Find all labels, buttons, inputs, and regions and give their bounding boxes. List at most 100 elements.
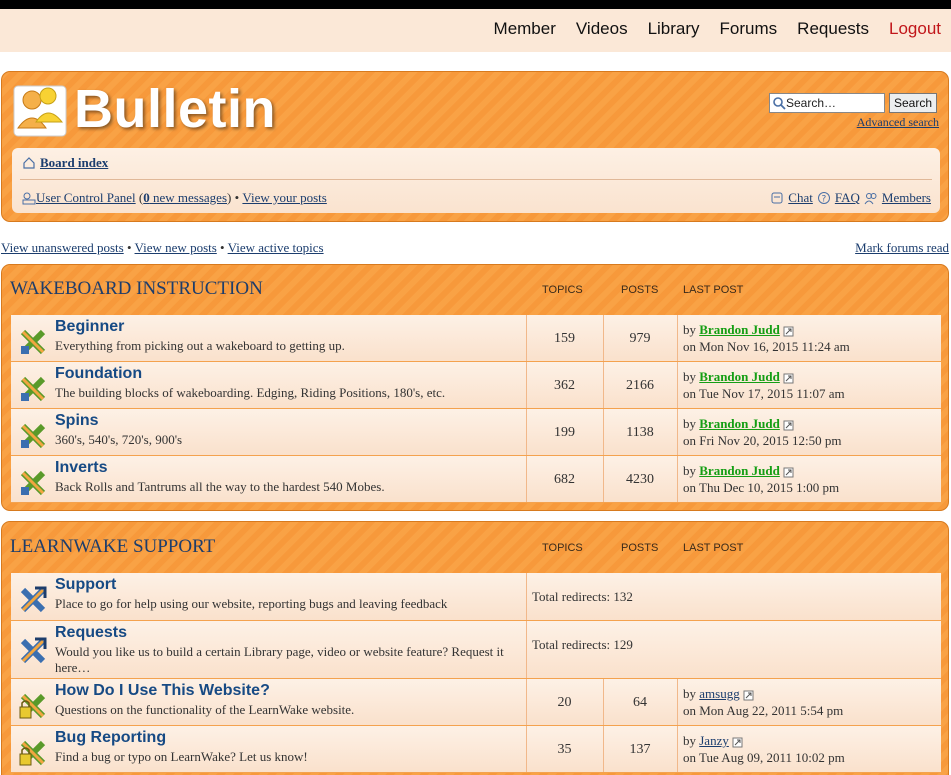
total-redirects: Total redirects: 132 [532, 589, 633, 604]
nav-forums[interactable]: Forums [720, 19, 778, 39]
home-icon [23, 157, 35, 169]
forum-description: Questions on the functionality of the Le… [55, 702, 355, 717]
chat-icon [771, 192, 783, 204]
nav-member[interactable]: Member [494, 19, 556, 39]
forum-title[interactable]: Beginner [55, 318, 124, 336]
posts-count: 64 [633, 695, 647, 710]
top-nav: Member Videos Library Forums Requests Lo… [494, 19, 941, 39]
topics-count: 35 [557, 742, 572, 757]
forum-row: Foundation The building blocks of wakebo… [11, 362, 941, 409]
search-input[interactable] [786, 96, 882, 110]
search-button[interactable]: Search [889, 93, 937, 113]
forum-description: Everything from picking out a wakeboard … [55, 338, 345, 353]
forum-title[interactable]: Inverts [55, 459, 107, 477]
topics-count: 362 [554, 378, 575, 393]
last-post-user-link[interactable]: Brandon Judd [699, 416, 780, 431]
forum-row: Beginner Everything from picking out a w… [11, 315, 941, 362]
chat-link[interactable]: Chat [788, 190, 813, 206]
last-post-user-link[interactable]: Brandon Judd [699, 322, 780, 337]
topics-count: 199 [554, 425, 575, 440]
posts-count: 1138 [626, 425, 654, 440]
messages-link[interactable]: 0 new messages [143, 190, 227, 206]
active-topics-link[interactable]: View active topics [228, 240, 324, 255]
last-post-date: on Fri Nov 20, 2015 12:50 pm [683, 433, 842, 448]
forum-title[interactable]: Spins [55, 412, 99, 430]
forum-link-icon [20, 586, 47, 613]
forum-locked-icon [19, 693, 46, 719]
faq-link[interactable]: FAQ [835, 190, 860, 206]
top-nav-bar: Member Videos Library Forums Requests Lo… [0, 0, 951, 52]
breadcrumb: Board index [22, 155, 108, 171]
last-post-date: on Thu Dec 10, 2015 1:00 pm [683, 480, 840, 495]
last-post-author: by Brandon Judd [683, 416, 794, 432]
forum-read-icon [20, 470, 46, 496]
nav-logout[interactable]: Logout [889, 19, 941, 39]
forum-description: Would you like us to build a certain Lib… [55, 644, 504, 675]
forum-description: Find a bug or typo on LearnWake? Let us … [55, 749, 308, 764]
forum-description: Back Rolls and Tantrums all the way to t… [55, 479, 385, 494]
advanced-search-link[interactable]: Advanced search [857, 115, 939, 130]
mark-forums-read-link[interactable]: Mark forums read [855, 240, 949, 256]
last-post-author: by amsugg [683, 686, 754, 702]
last-post-user-link[interactable]: Brandon Judd [699, 463, 780, 478]
posts-count: 979 [629, 331, 651, 346]
category-title[interactable]: WAKEBOARD INSTRUCTION [10, 278, 263, 300]
forum-read-icon [20, 423, 46, 449]
view-latest-post-icon[interactable] [732, 737, 743, 748]
messages-suffix: new messages [153, 190, 228, 205]
forum-read-icon [20, 376, 46, 402]
view-latest-post-icon[interactable] [783, 420, 794, 431]
last-post-date: on Tue Aug 09, 2011 10:02 pm [683, 750, 845, 765]
forum-row: Bug Reporting Find a bug or typo on Lear… [11, 726, 941, 773]
nav-videos[interactable]: Videos [576, 19, 628, 39]
forum-link-icon [20, 637, 47, 664]
forum-title[interactable]: Bug Reporting [55, 729, 166, 747]
forum-row: How Do I Use This Website? Questions on … [11, 679, 941, 726]
forum-title[interactable]: How Do I Use This Website? [55, 682, 270, 700]
last-post-user-link[interactable]: Brandon Judd [699, 369, 780, 384]
board-navbar: Board index User Control Panel (0 new me… [12, 148, 940, 213]
forum-description: Place to go for help using our website, … [55, 596, 448, 611]
view-latest-post-icon[interactable] [743, 690, 754, 701]
last-post-user-link[interactable]: amsugg [699, 686, 739, 701]
forum-title[interactable]: Requests [55, 624, 127, 642]
forum-description: 360's, 540's, 720's, 900's [55, 432, 183, 447]
forum-row: Support Place to go for help using our w… [11, 573, 941, 621]
col-lastpost-header: LAST POST [683, 284, 744, 296]
view-your-posts-link[interactable]: View your posts [242, 190, 326, 206]
forum-title[interactable]: Support [55, 576, 116, 594]
forum-category: LEARNWAKE SUPPORT TOPICS POSTS LAST POST… [1, 521, 949, 775]
view-latest-post-icon[interactable] [783, 467, 794, 478]
forum-list: Support Place to go for help using our w… [11, 573, 941, 773]
last-post-date: on Mon Aug 22, 2011 5:54 pm [683, 703, 844, 718]
last-post-author: by Janzy [683, 733, 743, 749]
topics-count: 159 [554, 331, 575, 346]
nav-library[interactable]: Library [648, 19, 700, 39]
category-title[interactable]: LEARNWAKE SUPPORT [10, 536, 215, 558]
col-posts-header: POSTS [621, 284, 659, 296]
view-latest-post-icon[interactable] [783, 373, 794, 384]
unanswered-posts-link[interactable]: View unanswered posts [1, 240, 124, 255]
search-field[interactable] [769, 93, 885, 113]
ucp-link[interactable]: User Control Panel [36, 190, 136, 206]
forum-list: Beginner Everything from picking out a w… [11, 315, 941, 503]
svg-text:?: ? [821, 195, 826, 205]
new-posts-link[interactable]: View new posts [135, 240, 217, 255]
forum-row: Spins 360's, 540's, 720's, 900's 199 113… [11, 409, 941, 456]
forum-row: Inverts Back Rolls and Tantrums all the … [11, 456, 941, 503]
user-panel-icon [22, 192, 36, 205]
posts-count: 2166 [626, 378, 654, 393]
forum-title[interactable]: Foundation [55, 365, 142, 383]
board-index-link[interactable]: Board index [40, 155, 108, 171]
nav-requests[interactable]: Requests [797, 19, 869, 39]
col-topics-header: TOPICS [542, 542, 583, 554]
members-link[interactable]: Members [882, 190, 931, 206]
col-lastpost-header: LAST POST [683, 542, 744, 554]
last-post-user-link[interactable]: Janzy [699, 733, 729, 748]
last-post-author: by Brandon Judd [683, 463, 794, 479]
view-latest-post-icon[interactable] [783, 326, 794, 337]
site-title: Bulletin [74, 79, 276, 139]
last-post-author: by Brandon Judd [683, 322, 794, 338]
total-redirects: Total redirects: 129 [532, 637, 633, 652]
last-post-date: on Tue Nov 17, 2015 11:07 am [683, 386, 845, 401]
